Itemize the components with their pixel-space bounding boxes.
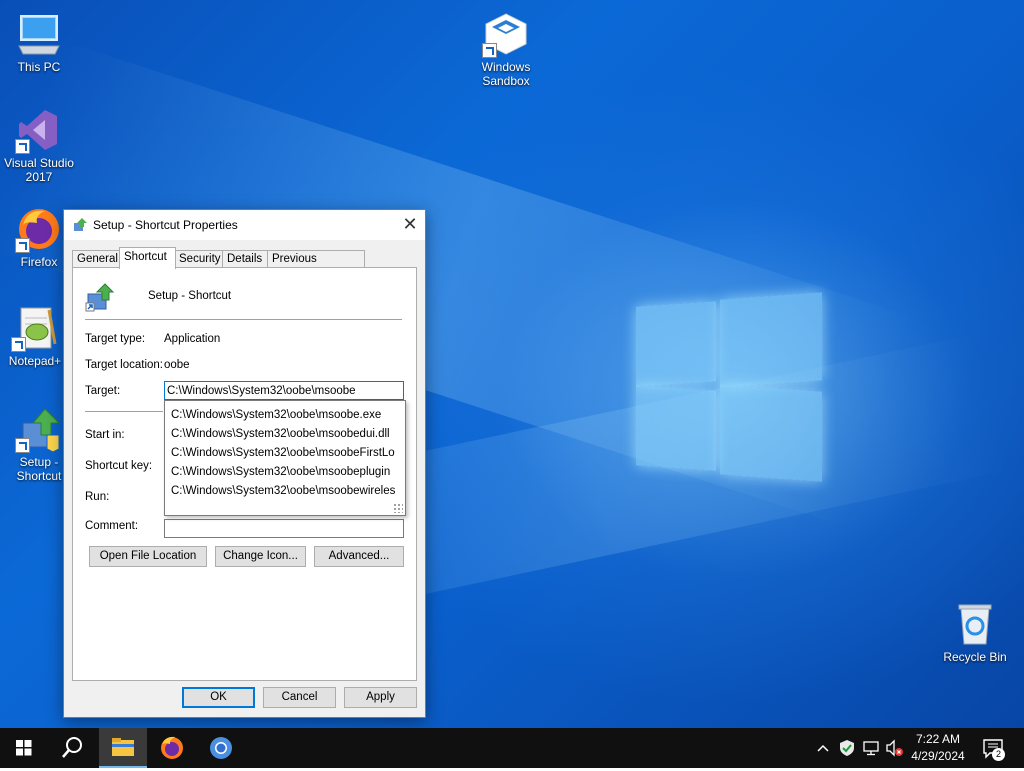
target-location-value: oobe	[164, 359, 190, 371]
notepad-plus-icon	[11, 304, 59, 352]
cancel-button[interactable]: Cancel	[263, 687, 336, 708]
tab-security[interactable]: Security	[174, 250, 227, 268]
setup-icon	[73, 217, 88, 232]
autocomplete-item[interactable]: C:\Windows\System32\oobe\msoobeFirstLo	[171, 444, 395, 463]
start-button[interactable]	[0, 728, 48, 768]
ok-button[interactable]: OK	[182, 687, 255, 708]
divider	[85, 411, 163, 412]
file-explorer-button[interactable]	[99, 728, 147, 768]
desktop-icon-label: Visual Studio 2017	[4, 156, 74, 184]
run-label: Run:	[85, 491, 110, 503]
file-explorer-icon	[112, 738, 134, 756]
shortcut-arrow-icon	[15, 139, 30, 154]
shortcut-arrow-icon	[15, 238, 30, 253]
action-center-button[interactable]: 2	[982, 738, 1006, 761]
comment-label: Comment:	[85, 520, 139, 532]
shortcut-key-label: Shortcut key:	[85, 460, 153, 472]
autocomplete-item[interactable]: C:\Windows\System32\oobe\msoobedui.dll	[171, 425, 390, 444]
notification-badge: 2	[992, 748, 1005, 761]
shortcut-tab-panel: Setup - Shortcut Target type: Applicatio…	[72, 267, 417, 681]
autocomplete-dropdown: C:\Windows\System32\oobe\msoobe.exe C:\W…	[164, 400, 406, 516]
visual-studio-icon	[15, 106, 63, 154]
tab-general[interactable]: General	[72, 250, 124, 268]
chrome-taskbar-button[interactable]	[197, 728, 245, 768]
tab-previous-versions[interactable]: Previous Versions	[267, 250, 365, 282]
security-shield-icon[interactable]	[838, 739, 856, 757]
open-file-location-button[interactable]: Open File Location	[89, 546, 207, 567]
search-button[interactable]	[48, 728, 96, 768]
desktop-icon-windows-sandbox[interactable]: Windows Sandbox	[468, 10, 544, 88]
autocomplete-item[interactable]: C:\Windows\System32\oobe\msoobewireles	[171, 482, 395, 501]
firefox-icon	[161, 736, 183, 759]
recycle-bin-icon	[951, 600, 999, 648]
windows-logo-wallpaper	[636, 290, 822, 482]
autocomplete-item[interactable]: C:\Windows\System32\oobe\msoobe.exe	[171, 406, 381, 425]
divider	[85, 319, 402, 320]
close-button[interactable]: ✕	[395, 210, 425, 240]
chrome-icon	[210, 737, 232, 759]
start-in-label: Start in:	[85, 429, 125, 441]
setup-icon	[15, 405, 63, 453]
autocomplete-item[interactable]: C:\Windows\System32\oobe\msoobeplugin	[171, 463, 390, 482]
shortcut-arrow-icon	[482, 43, 497, 58]
target-location-label: Target location:	[85, 359, 163, 371]
target-type-label: Target type:	[85, 333, 146, 345]
resize-grip-icon[interactable]	[393, 503, 403, 513]
dialog-titlebar[interactable]: Setup - Shortcut Properties ✕	[64, 210, 425, 240]
windows-start-icon	[16, 740, 32, 756]
desktop-icon-this-pc[interactable]: This PC	[1, 10, 77, 74]
network-icon[interactable]	[862, 739, 880, 757]
sandbox-icon	[482, 10, 530, 58]
taskbar: 7:22 AM 4/29/2024 2	[0, 728, 1024, 768]
change-icon-button[interactable]: Change Icon...	[215, 546, 306, 567]
clock[interactable]: 7:22 AM 4/29/2024	[906, 732, 970, 763]
comment-input[interactable]	[164, 519, 404, 538]
firefox-icon	[15, 205, 63, 253]
shortcut-name: Setup - Shortcut	[148, 290, 232, 302]
shortcut-arrow-icon	[11, 337, 26, 352]
setup-icon	[85, 282, 115, 312]
volume-muted-icon[interactable]	[885, 739, 905, 757]
desktop-icon-visual-studio[interactable]: Visual Studio 2017	[1, 106, 77, 184]
clock-time: 7:22 AM	[915, 732, 961, 746]
shortcut-properties-dialog: Setup - Shortcut Properties ✕ General Sh…	[63, 209, 426, 718]
desktop-icon-label: Recycle Bin	[943, 650, 1007, 664]
desktop-icon-label: This PC	[17, 60, 61, 74]
desktop-icon-recycle-bin[interactable]: Recycle Bin	[937, 600, 1013, 664]
chevron-up-icon[interactable]	[815, 740, 831, 756]
target-type-value: Application	[164, 333, 221, 345]
advanced-button[interactable]: Advanced...	[314, 546, 404, 567]
this-pc-icon	[15, 10, 63, 58]
target-input[interactable]: C:\Windows\System32\oobe\msoobe	[164, 381, 404, 400]
clock-date: 4/29/2024	[911, 749, 965, 763]
dialog-title: Setup - Shortcut Properties	[93, 218, 238, 232]
desktop-icon-label: Windows Sandbox	[481, 60, 531, 88]
target-label: Target:	[85, 385, 121, 397]
firefox-taskbar-button[interactable]	[148, 728, 196, 768]
shortcut-arrow-icon	[15, 438, 30, 453]
search-icon	[62, 737, 82, 758]
tab-details[interactable]: Details	[222, 250, 268, 268]
apply-button[interactable]: Apply	[344, 687, 417, 708]
tab-shortcut[interactable]: Shortcut	[119, 247, 176, 269]
